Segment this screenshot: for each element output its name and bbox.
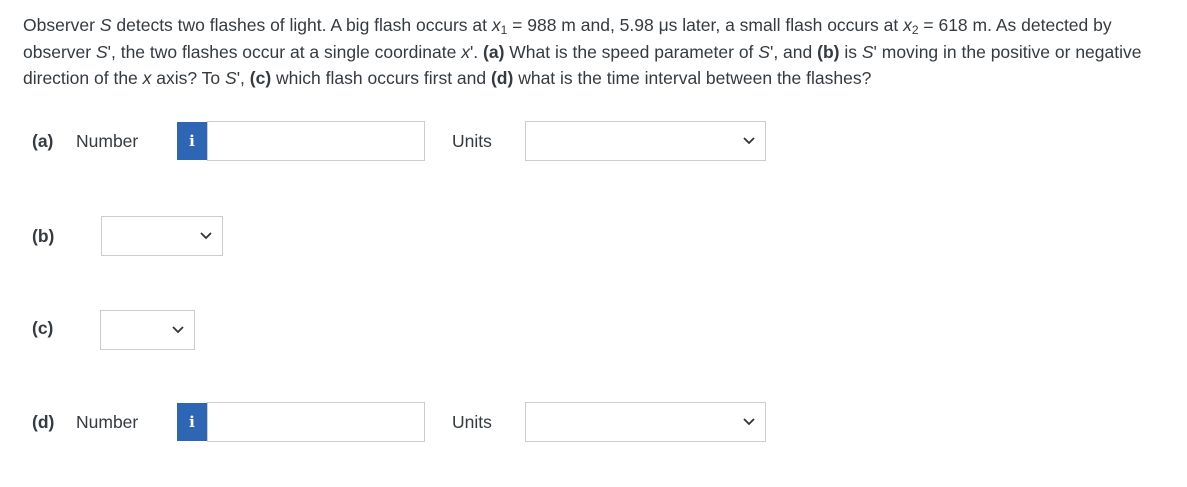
part-b-select[interactable]	[101, 216, 223, 256]
chevron-down-icon	[172, 326, 184, 334]
chevron-down-icon	[200, 232, 212, 240]
part-a-units-select[interactable]	[525, 121, 766, 161]
part-d-label: (d)	[32, 412, 55, 432]
part-d-units-label: Units	[452, 412, 492, 432]
part-b-label: (b)	[32, 226, 55, 246]
chevron-down-icon	[743, 418, 755, 426]
chevron-down-icon	[743, 137, 755, 145]
info-icon[interactable]: i	[177, 122, 207, 160]
part-a-label: (a)	[32, 131, 54, 151]
part-a-units-label: Units	[452, 131, 492, 151]
question-text: Observer S detects two flashes of light.…	[23, 15, 1142, 88]
part-d-units-select[interactable]	[525, 402, 766, 442]
part-d-number-input[interactable]	[207, 402, 425, 442]
part-a-number-label: Number	[76, 131, 139, 151]
part-d-number-label: Number	[76, 412, 139, 432]
part-c-label: (c)	[32, 318, 54, 338]
part-a-number-input[interactable]	[207, 121, 425, 161]
info-icon[interactable]: i	[177, 403, 207, 441]
part-c-select[interactable]	[100, 310, 195, 350]
